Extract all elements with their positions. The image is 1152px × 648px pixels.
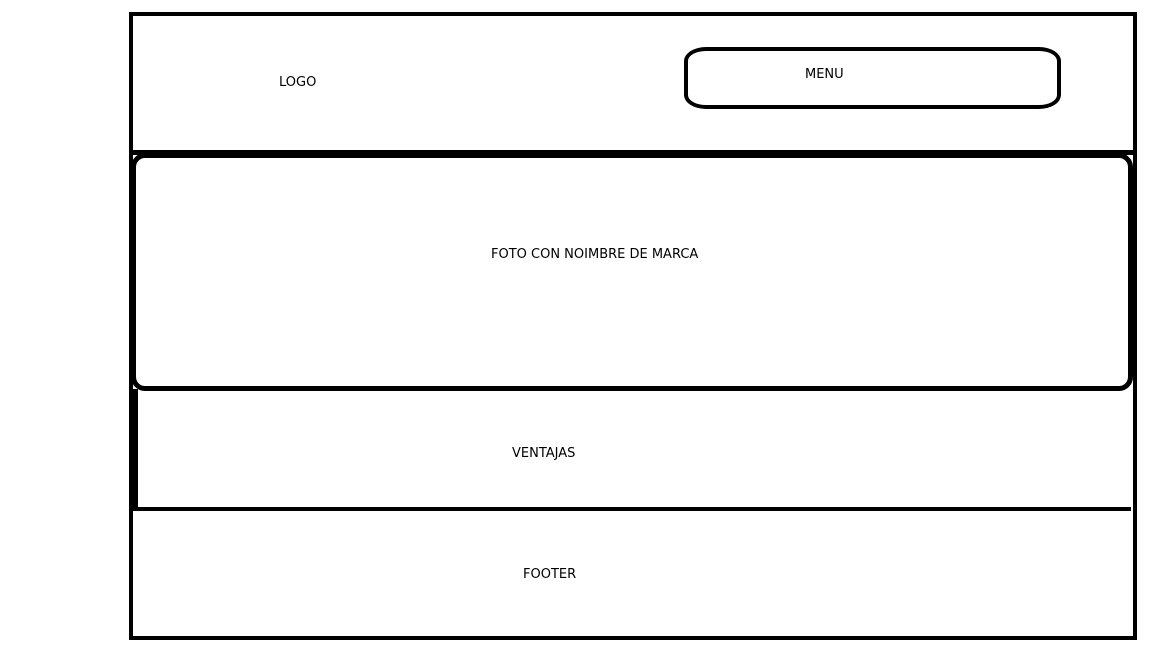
logo-placeholder: LOGO (279, 75, 317, 90)
menu-label: MENU (805, 67, 844, 82)
menu-button[interactable] (684, 47, 1061, 109)
footer-section (129, 509, 1137, 636)
hero-label: FOTO CON NOIMBRE DE MARCA (491, 247, 699, 262)
hero-section (131, 153, 1133, 391)
footer-label: FOOTER (523, 567, 577, 582)
ventajas-section (133, 389, 1131, 511)
ventajas-label: VENTAJAS (512, 446, 576, 461)
